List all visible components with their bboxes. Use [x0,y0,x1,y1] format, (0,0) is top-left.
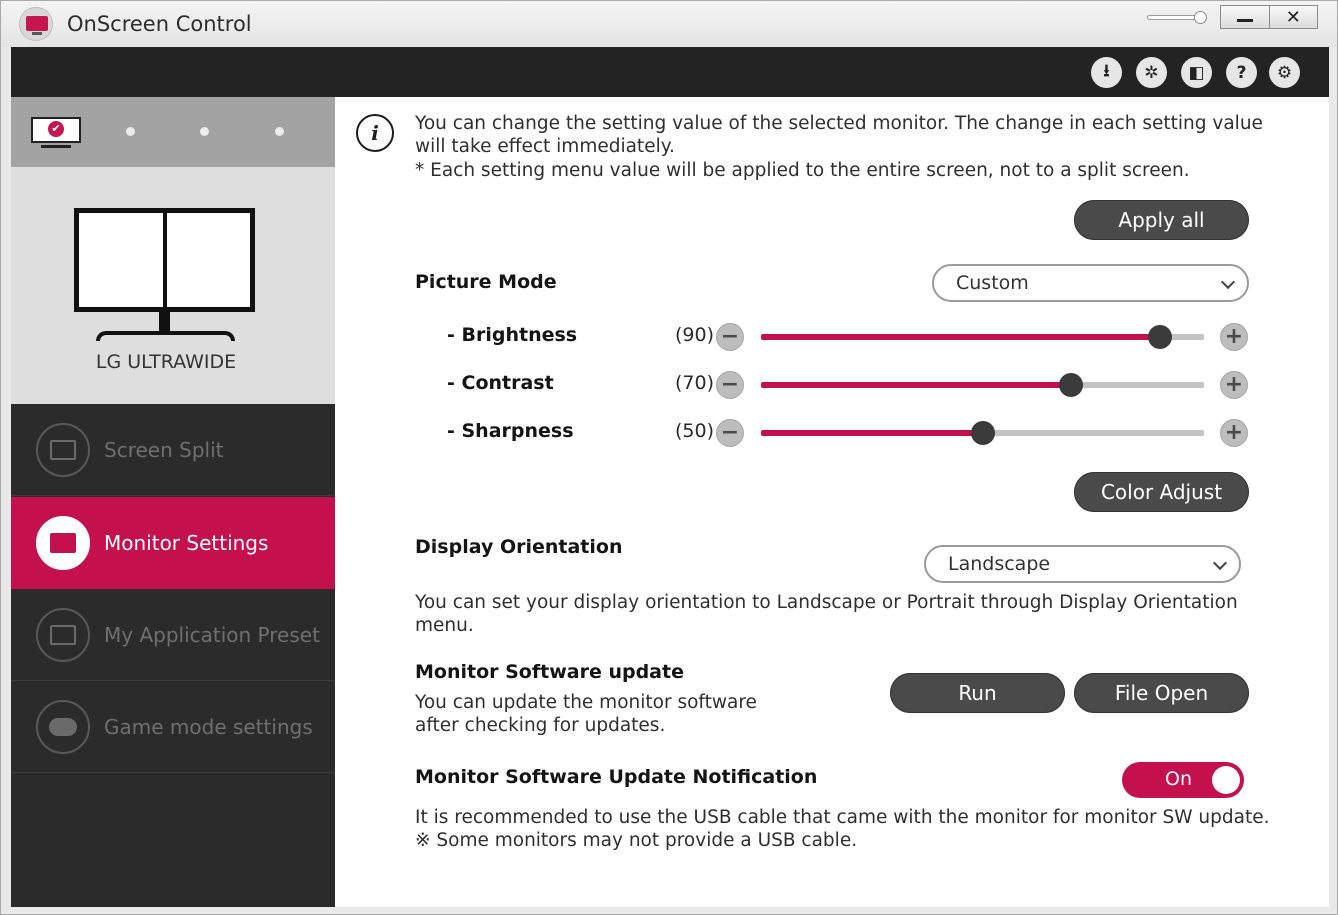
contrast-decrease-button[interactable]: − [716,371,744,399]
opacity-slider-handle[interactable] [1194,11,1207,24]
app-window: OnScreen Control ✕ ⭳ ✲ ◧ ? ⚙ ✔ LG ULTRAW… [0,0,1338,915]
contrast-increase-button[interactable]: + [1220,371,1248,399]
file-open-button[interactable]: File Open [1074,673,1249,713]
monitor-slot-dot[interactable] [275,127,284,136]
monitor-preview-screen [74,208,255,312]
title-bar: OnScreen Control ✕ [1,1,1337,47]
sidebar-item-monitor-settings[interactable]: Monitor Settings [11,497,335,589]
screen-split-icon[interactable]: ◧ [1181,57,1212,88]
minimize-button[interactable] [1221,6,1269,28]
orientation-description: You can set your display orientation to … [415,592,1238,613]
brightness-increase-button[interactable]: + [1220,323,1248,351]
brightness-label: - Brightness [447,324,578,346]
info-note: * Each setting menu value will be applie… [415,160,1190,181]
monitor-selector: ✔ [11,97,335,167]
run-button[interactable]: Run [890,673,1065,713]
brightness-value: (90) [675,324,715,346]
selected-monitor-icon[interactable]: ✔ [31,117,81,149]
sharpness-label: - Sharpness [447,420,574,442]
top-toolbar: ⭳ ✲ ◧ ? ⚙ [11,47,1329,97]
window-controls: ✕ [1220,5,1318,29]
check-icon: ✔ [48,121,64,137]
cursor-click-icon[interactable]: ✲ [1136,57,1167,88]
monitor-settings-panel: i You can change the setting value of th… [335,97,1329,907]
toggle-state-label: On [1165,768,1192,790]
toggle-knob [1212,766,1240,794]
brightness-row: - Brightness (90) − + [335,322,1329,352]
application-preset-icon [36,607,90,662]
sidebar-item-application-preset[interactable]: My Application Preset [11,589,335,681]
monitor-settings-icon [36,516,90,570]
sw-update-description: You can update the monitor software [415,692,757,713]
info-icon: i [356,114,394,152]
sharpness-value: (50) [675,420,715,442]
sw-notification-toggle[interactable]: On [1122,762,1244,798]
monitor-name: LG ULTRAWIDE [95,351,237,373]
brightness-slider[interactable] [761,325,1204,349]
sw-update-description: after checking for updates. [415,715,666,736]
display-orientation-label: Display Orientation [415,536,623,558]
contrast-slider[interactable] [761,373,1204,397]
usb-cable-note: ※ Some monitors may not provide a USB ca… [415,830,858,851]
display-orientation-select[interactable]: Landscape [924,545,1241,583]
sidebar: ✔ LG ULTRAWIDE Screen Split Monitor Sett… [11,97,335,907]
brightness-slider-fill [761,334,1160,340]
sharpness-decrease-button[interactable]: − [716,419,744,447]
close-icon: ✕ [1285,6,1301,28]
display-orientation-value: Landscape [948,553,1051,575]
sidebar-item-screen-split[interactable]: Screen Split [11,404,335,496]
download-icon[interactable]: ⭳ [1091,57,1122,88]
brightness-decrease-button[interactable]: − [716,323,744,351]
minimize-icon [1236,18,1253,22]
sharpness-slider-fill [761,430,983,436]
close-button[interactable]: ✕ [1268,6,1318,28]
info-text-line: will take effect immediately. [415,136,675,157]
sidebar-item-game-mode[interactable]: Game mode settings [11,681,335,773]
color-adjust-button[interactable]: Color Adjust [1074,472,1249,512]
chevron-down-icon [1220,274,1236,290]
sw-notification-label: Monitor Software Update Notification [415,766,818,788]
sidebar-item-label: Screen Split [104,437,224,462]
sharpness-slider[interactable] [761,421,1204,445]
brightness-slider-handle[interactable] [1147,325,1172,349]
picture-mode-label: Picture Mode [415,271,557,293]
monitor-preview: LG ULTRAWIDE [11,167,335,404]
app-logo-icon [19,7,53,41]
screen-split-icon [36,422,90,477]
window-title: OnScreen Control [67,12,252,36]
monitor-slot-dot[interactable] [200,127,209,136]
sidebar-item-label: Game mode settings [104,714,313,739]
picture-mode-select[interactable]: Custom [932,264,1249,302]
apply-all-button[interactable]: Apply all [1074,200,1249,240]
opacity-slider-track[interactable] [1147,15,1199,20]
contrast-slider-fill [761,382,1072,388]
contrast-row: - Contrast (70) − + [335,370,1329,400]
picture-mode-value: Custom [956,272,1029,294]
info-text-line: You can change the setting value of the … [415,113,1263,134]
sharpness-increase-button[interactable]: + [1220,419,1248,447]
help-icon[interactable]: ? [1226,57,1257,88]
sidebar-item-label: My Application Preset [104,622,320,647]
monitor-slot-dot[interactable] [126,127,135,136]
usb-cable-note: It is recommended to use the USB cable t… [415,807,1270,828]
contrast-value: (70) [675,372,715,394]
sidebar-item-label: Monitor Settings [104,531,269,555]
sw-update-label: Monitor Software update [415,661,684,683]
contrast-label: - Contrast [447,372,554,394]
gamepad-icon [36,699,90,754]
sharpness-slider-handle[interactable] [970,421,995,445]
chevron-down-icon [1212,555,1228,571]
contrast-slider-handle[interactable] [1059,373,1084,397]
gear-icon[interactable]: ⚙ [1269,57,1300,88]
sharpness-row: - Sharpness (50) − + [335,418,1329,448]
orientation-description: menu. [415,615,474,636]
